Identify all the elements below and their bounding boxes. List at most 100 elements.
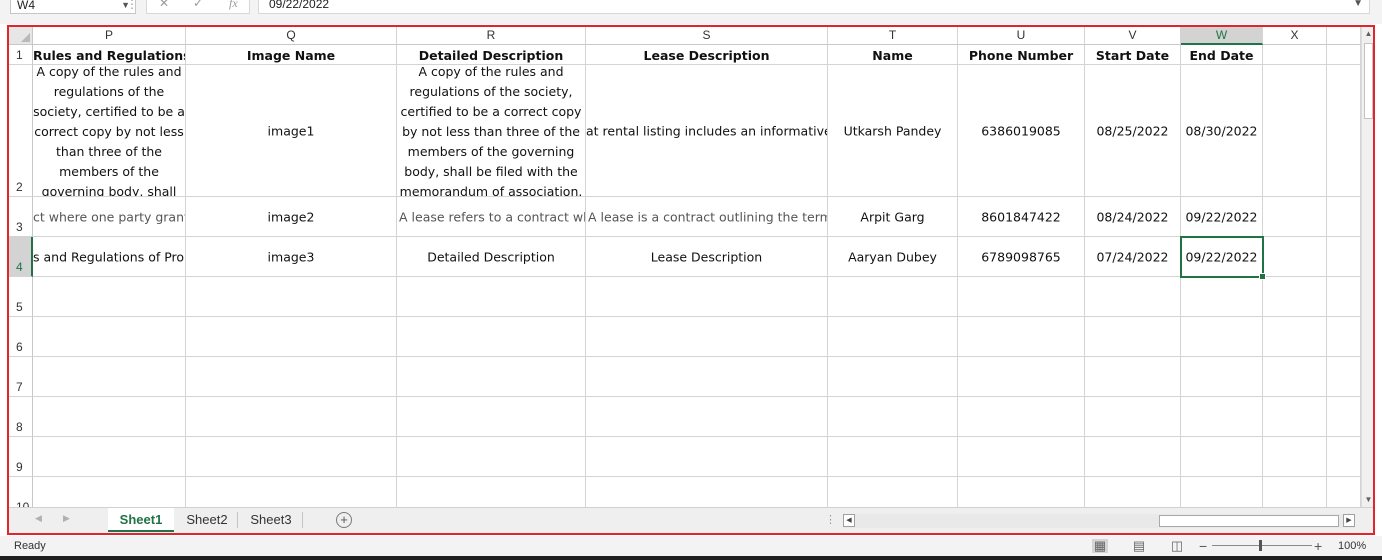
scroll-left-icon[interactable]: ◀ [843, 514, 855, 527]
empty-cell[interactable] [828, 357, 958, 397]
row-header-5[interactable]: 5 [9, 277, 33, 317]
header-cell-phone-number[interactable]: Phone Number [958, 45, 1085, 65]
empty-cell[interactable] [397, 357, 586, 397]
empty-cell[interactable] [1327, 65, 1361, 197]
empty-cell[interactable] [1181, 397, 1263, 437]
page-break-preview-icon[interactable]: ◫ [1169, 539, 1185, 553]
empty-cell[interactable] [586, 317, 828, 357]
empty-cell[interactable] [1327, 277, 1361, 317]
vertical-scrollbar[interactable]: ▲ ▼ [1361, 27, 1373, 507]
empty-cell[interactable] [1263, 357, 1327, 397]
active-cell-selection[interactable] [1180, 236, 1266, 280]
empty-cell[interactable] [1263, 277, 1327, 317]
scroll-down-icon[interactable]: ▼ [1362, 493, 1373, 507]
expand-formula-bar-icon[interactable]: ▼ [1353, 0, 1363, 13]
empty-cell[interactable] [1263, 237, 1327, 277]
table-cell-w2[interactable]: 08/30/2022 [1181, 65, 1263, 197]
empty-cell[interactable] [33, 397, 186, 437]
column-header-s[interactable]: S [586, 27, 828, 45]
table-cell-s4[interactable]: Lease Description [586, 237, 828, 277]
empty-cell[interactable] [1181, 437, 1263, 477]
header-cell-name[interactable]: Name [828, 45, 958, 65]
empty-cell[interactable] [1181, 277, 1263, 317]
insert-function-icon[interactable]: fx [229, 0, 238, 11]
empty-cell[interactable] [1327, 357, 1361, 397]
empty-cell[interactable] [586, 437, 828, 477]
table-cell-p4[interactable]: s and Regulations of Prop [33, 237, 186, 277]
empty-cell[interactable] [186, 357, 397, 397]
empty-cell[interactable] [1327, 45, 1361, 65]
empty-cell[interactable] [33, 277, 186, 317]
zoom-out-icon[interactable]: − [1199, 538, 1207, 554]
empty-cell[interactable] [958, 397, 1085, 437]
empty-cell[interactable] [397, 437, 586, 477]
empty-cell[interactable] [33, 437, 186, 477]
column-header-q[interactable]: Q [186, 27, 397, 45]
empty-cell[interactable] [186, 277, 397, 317]
vertical-scroll-thumb[interactable] [1364, 43, 1373, 119]
tab-sheet2[interactable]: Sheet2 [177, 508, 237, 532]
row-header-8[interactable]: 8 [9, 397, 33, 437]
header-cell-end-date[interactable]: End Date [1181, 45, 1263, 65]
empty-cell[interactable] [828, 317, 958, 357]
header-cell-image-name[interactable]: Image Name [186, 45, 397, 65]
zoom-level[interactable]: 100% [1338, 540, 1366, 552]
table-cell-q4[interactable]: image3 [186, 237, 397, 277]
table-cell-t4[interactable]: Aaryan Dubey [828, 237, 958, 277]
empty-cell[interactable] [1327, 317, 1361, 357]
table-cell-q3[interactable]: image2 [186, 197, 397, 237]
empty-cell[interactable] [958, 357, 1085, 397]
empty-cell[interactable] [1181, 317, 1263, 357]
empty-cell[interactable] [586, 277, 828, 317]
column-header-x[interactable]: X [1263, 27, 1327, 45]
tab-sheet3[interactable]: Sheet3 [241, 508, 301, 532]
row-header-7[interactable]: 7 [9, 357, 33, 397]
scroll-up-icon[interactable]: ▲ [1362, 27, 1373, 41]
table-cell-s2[interactable]: at rental listing includes an informativ… [586, 65, 828, 197]
table-cell-v4[interactable]: 07/24/2022 [1085, 237, 1181, 277]
header-cell-detailed-description[interactable]: Detailed Description [397, 45, 586, 65]
empty-cell[interactable] [1263, 197, 1327, 237]
table-cell-r4[interactable]: Detailed Description [397, 237, 586, 277]
header-cell-start-date[interactable]: Start Date [1085, 45, 1181, 65]
column-header-p[interactable]: P [33, 27, 186, 45]
scroll-right-icon[interactable]: ▶ [1343, 514, 1355, 527]
table-cell-s3[interactable]: A lease is a contract outlining the term… [586, 197, 828, 237]
table-cell-w3[interactable]: 09/22/2022 [1181, 197, 1263, 237]
add-sheet-icon[interactable]: + [336, 512, 352, 528]
zoom-in-icon[interactable]: + [1314, 538, 1322, 554]
empty-cell[interactable] [828, 277, 958, 317]
empty-cell[interactable] [958, 277, 1085, 317]
empty-cell[interactable] [1327, 237, 1361, 277]
column-header-v[interactable]: V [1085, 27, 1181, 45]
page-layout-view-icon[interactable]: ▤ [1131, 539, 1147, 553]
empty-cell[interactable] [586, 397, 828, 437]
empty-cell[interactable] [586, 357, 828, 397]
table-cell-t2[interactable]: Utkarsh Pandey [828, 65, 958, 197]
table-cell-p3[interactable]: ct where one party grant [33, 197, 186, 237]
empty-cell[interactable] [1263, 397, 1327, 437]
normal-view-icon[interactable]: ▦ [1092, 539, 1108, 553]
empty-cell[interactable] [828, 397, 958, 437]
formula-bar-grip-icon[interactable]: ⋮ [126, 0, 138, 11]
empty-cell[interactable] [397, 397, 586, 437]
column-header-u[interactable]: U [958, 27, 1085, 45]
empty-cell[interactable] [1085, 397, 1181, 437]
tab-splitter-icon[interactable]: ⋮ [825, 513, 836, 526]
empty-cell[interactable] [1263, 65, 1327, 197]
column-header-t[interactable]: T [828, 27, 958, 45]
prev-sheet-icon[interactable]: ◀ [35, 513, 42, 524]
select-all-corner[interactable] [9, 27, 33, 45]
empty-cell[interactable] [1263, 45, 1327, 65]
table-cell-u2[interactable]: 6386019085 [958, 65, 1085, 197]
empty-cell[interactable] [828, 437, 958, 477]
horizontal-scrollbar[interactable]: ◀ ▶ [843, 514, 1355, 528]
empty-cell[interactable] [1327, 437, 1361, 477]
table-cell-u3[interactable]: 8601847422 [958, 197, 1085, 237]
empty-cell[interactable] [186, 437, 397, 477]
row-header-2[interactable]: 2 [9, 65, 33, 197]
empty-cell[interactable] [1263, 317, 1327, 357]
enter-icon[interactable]: ✓ [193, 0, 203, 10]
empty-cell[interactable] [958, 317, 1085, 357]
table-cell-v3[interactable]: 08/24/2022 [1085, 197, 1181, 237]
